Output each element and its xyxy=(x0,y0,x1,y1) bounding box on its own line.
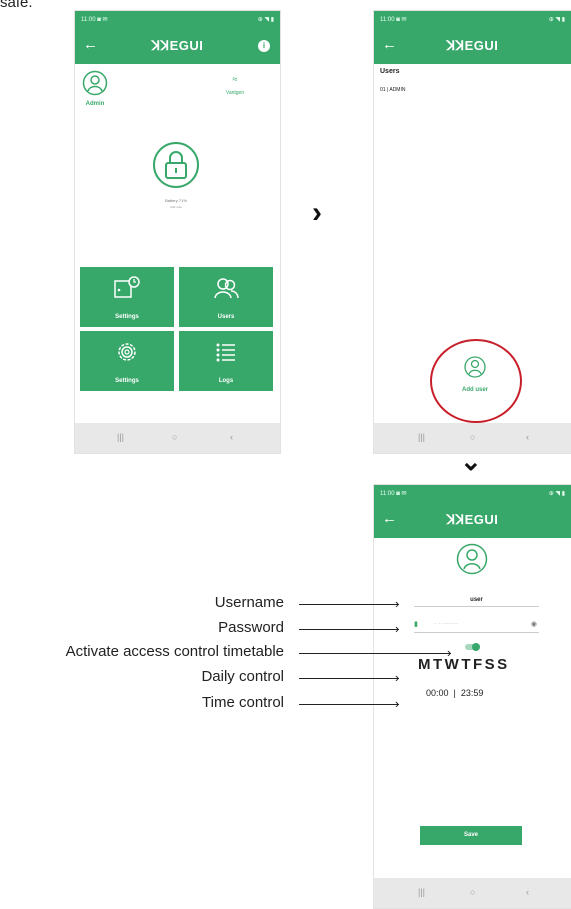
app-bar: ← ꓘꓘEGUI xyxy=(374,28,571,64)
tile-settings[interactable]: Settings xyxy=(80,331,174,391)
intro-text: safe. xyxy=(0,0,33,11)
password-value: ·· ·· ········· xyxy=(434,621,459,627)
flow-arrow-down-icon: ⌄ xyxy=(460,446,482,476)
timetable-toggle[interactable] xyxy=(465,643,480,651)
home-button[interactable]: ○ xyxy=(172,432,177,442)
app-title: ꓘꓘEGUI xyxy=(446,38,499,53)
status-bar: 11:00 ◙ ✉ ⊕ ◥ ▮ xyxy=(374,485,571,502)
toggle-knob xyxy=(472,643,480,651)
tile-logs[interactable]: Logs xyxy=(179,331,273,391)
home-content: Admin ≈ Vantgen Battery 71% Add note Set… xyxy=(75,64,280,423)
annotation-line xyxy=(299,629,399,630)
tile-label: Settings xyxy=(115,314,139,320)
arrowhead-icon: › xyxy=(395,621,400,636)
status-bar: 11:00 ◙ ✉ ⊕ ◥ ▮ xyxy=(374,11,571,28)
recents-button[interactable]: ||| xyxy=(117,432,124,442)
annotation-time-control: Time control xyxy=(202,694,284,711)
user-label: Admin xyxy=(85,101,105,107)
back-button[interactable]: ‹ xyxy=(526,432,529,442)
tile-access-settings[interactable]: Settings xyxy=(80,267,174,327)
arrowhead-icon: › xyxy=(395,596,400,611)
annotation-daily-control: Daily control xyxy=(201,668,284,685)
back-button[interactable]: ‹ xyxy=(230,432,233,442)
status-left: 11:00 ◙ ✉ xyxy=(81,17,108,23)
flow-arrow-right-icon: › xyxy=(312,196,322,229)
status-right: ⊕ ◥ ▮ xyxy=(257,17,274,23)
status-left: 11:00 ◙ ✉ xyxy=(380,17,407,23)
phone-add-user-screen: 11:00 ◙ ✉ ⊕ ◥ ▮ ← ꓘꓘEGUI user ▮ ·· ·· ··… xyxy=(373,484,571,909)
gear-icon xyxy=(118,343,136,361)
annotation-timetable: Activate access control timetable xyxy=(65,643,284,660)
annotation-line xyxy=(299,704,399,705)
info-icon[interactable]: i xyxy=(258,40,270,52)
annotation-line xyxy=(299,653,451,654)
door-clock-icon xyxy=(114,276,140,298)
system-nav-bar: ||| ○ ‹ xyxy=(75,423,280,453)
username-value: user xyxy=(470,597,483,603)
back-button[interactable]: ‹ xyxy=(526,887,529,897)
user-profile[interactable]: Admin xyxy=(81,70,109,107)
arrowhead-icon: › xyxy=(395,670,400,685)
tile-label: Users xyxy=(217,314,235,320)
phone-home-screen: 11:00 ◙ ✉ ⊕ ◥ ▮ ← ꓘꓘEGUI i Admin ≈ Vantg… xyxy=(74,10,281,454)
annotation-username: Username xyxy=(214,594,284,611)
app-title: ꓘꓘEGUI xyxy=(151,38,204,53)
user-avatar-icon xyxy=(456,543,488,575)
padlock-icon xyxy=(153,142,199,188)
lock-subcaption: Add note xyxy=(169,205,182,209)
password-field[interactable]: ▮ ·· ·· ········· ◉ xyxy=(414,618,539,633)
time-control[interactable]: 00:00 | 23:59 xyxy=(426,688,483,698)
user-list-item[interactable]: 01 | ADMIN xyxy=(380,87,405,93)
status-left: 11:00 ◙ ✉ xyxy=(380,491,407,497)
app-bar: ← ꓘꓘEGUI xyxy=(374,502,571,538)
lock-icon: ▮ xyxy=(414,621,418,628)
wifi-status[interactable]: ≈ Vantgen xyxy=(220,74,250,96)
username-field[interactable]: user xyxy=(414,588,539,607)
add-user-button[interactable]: Add user xyxy=(454,356,496,393)
save-button[interactable]: Save xyxy=(420,826,522,845)
add-user-form: user ▮ ·· ·· ········· ◉ MTWTFSS 00:00 |… xyxy=(374,538,571,878)
tile-users[interactable]: Users xyxy=(179,267,273,327)
recents-button[interactable]: ||| xyxy=(418,887,425,897)
status-bar: 11:00 ◙ ✉ ⊕ ◥ ▮ xyxy=(75,11,280,28)
users-content: Users 01 | ADMIN Add user xyxy=(374,64,571,423)
arrowhead-icon: › xyxy=(447,645,452,660)
phone-users-screen: 11:00 ◙ ✉ ⊕ ◥ ▮ ← ꓘꓘEGUI Users 01 | ADMI… xyxy=(373,10,571,454)
status-right: ⊕ ◥ ▮ xyxy=(548,491,565,497)
system-nav-bar: ||| ○ ‹ xyxy=(374,878,571,908)
annotation-password: Password xyxy=(218,619,284,636)
arrowhead-icon: › xyxy=(395,696,400,711)
tile-label: Logs xyxy=(218,378,234,384)
users-section-title: Users xyxy=(380,68,400,75)
wifi-label: Vantgen xyxy=(225,90,245,96)
users-icon xyxy=(214,278,239,299)
status-right: ⊕ ◥ ▮ xyxy=(548,17,565,23)
app-bar: ← ꓘꓘEGUI i xyxy=(75,28,280,64)
home-button[interactable]: ○ xyxy=(470,432,475,442)
list-icon xyxy=(216,343,235,362)
eye-icon[interactable]: ◉ xyxy=(531,620,537,628)
user-avatar-icon xyxy=(82,70,108,96)
lock-caption: Battery 71% xyxy=(165,198,187,203)
lock-button[interactable]: Battery 71% Add note xyxy=(151,141,201,209)
home-button[interactable]: ○ xyxy=(470,887,475,897)
tile-label: Settings xyxy=(115,378,139,384)
wifi-icon: ≈ xyxy=(232,74,238,84)
recents-button[interactable]: ||| xyxy=(418,432,425,442)
add-user-label: Add user xyxy=(461,387,488,393)
daily-control[interactable]: MTWTFSS xyxy=(418,656,510,673)
save-label: Save xyxy=(463,832,478,838)
add-user-icon xyxy=(464,356,486,378)
annotation-line xyxy=(299,604,399,605)
app-title: ꓘꓘEGUI xyxy=(446,512,499,527)
annotation-line xyxy=(299,678,399,679)
